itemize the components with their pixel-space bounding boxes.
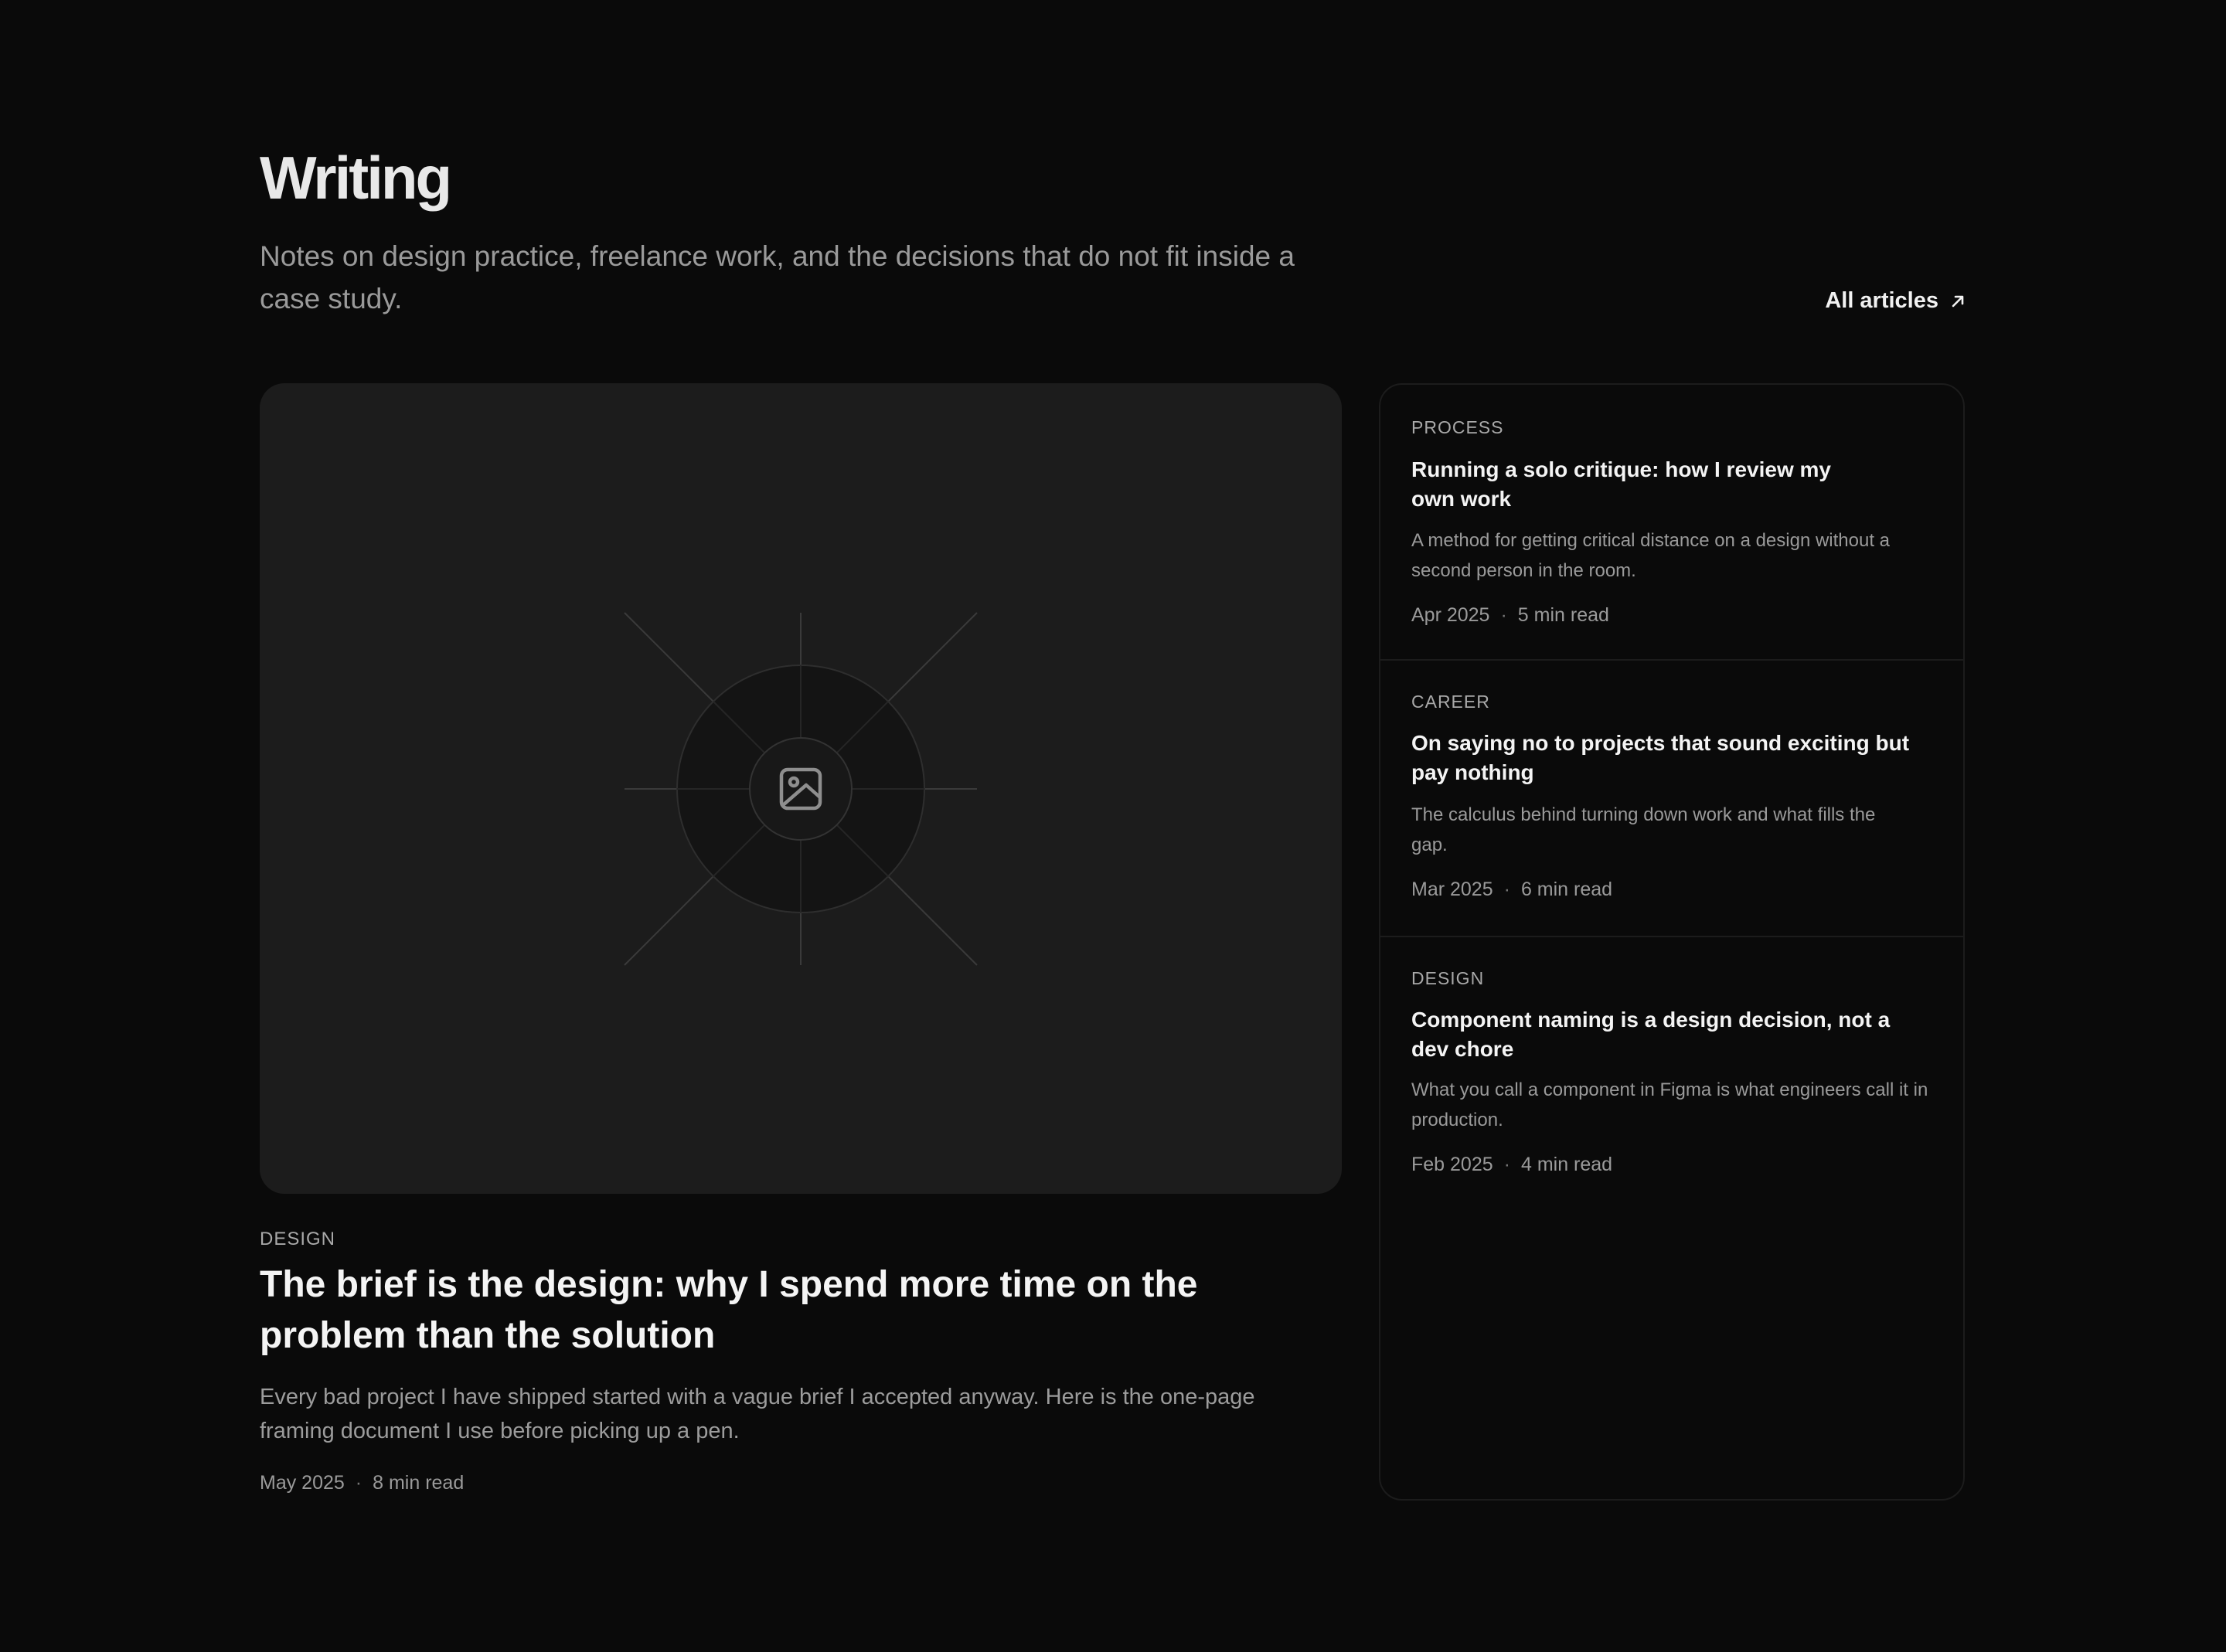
featured-meta: May 2025 · 8 min read (260, 1472, 464, 1494)
article-read-time: 4 min read (1520, 1154, 1613, 1175)
list-item[interactable]: DESIGN Component naming is a design deci… (1380, 937, 1963, 1215)
featured-category-tag: DESIGN (260, 1229, 336, 1249)
list-item[interactable]: PROCESS Running a solo critique: how I r… (1380, 385, 1963, 661)
featured-article[interactable]: DESIGN The brief is the design: why I sp… (260, 383, 1342, 1519)
section-header: Writing Notes on design practice, freela… (260, 143, 1966, 328)
writing-section: Writing Notes on design practice, freela… (260, 0, 1966, 1652)
image-icon (779, 767, 822, 811)
article-meta: Apr 2025 · 5 min read (1411, 604, 1609, 627)
featured-read-time: 8 min read (373, 1472, 465, 1494)
featured-date: May 2025 (260, 1472, 345, 1494)
article-read-time: 6 min read (1520, 879, 1613, 900)
article-list: PROCESS Running a solo critique: how I r… (1379, 383, 1965, 1501)
featured-title[interactable]: The brief is the design: why I spend mor… (260, 1259, 1295, 1361)
list-item[interactable]: CAREER On saying no to projects that sou… (1380, 661, 1963, 937)
featured-description: Every bad project I have shipped started… (260, 1385, 1255, 1443)
all-articles-link[interactable]: All articles (1825, 288, 1966, 314)
article-date: Feb 2025 (1411, 1154, 1493, 1175)
article-description: The calculus behind turning down work an… (1411, 804, 1876, 855)
article-date: Apr 2025 (1411, 604, 1490, 626)
article-category-tag: CAREER (1411, 692, 1490, 712)
all-articles-label: All articles (1825, 288, 1938, 313)
article-title[interactable]: On saying no to projects that sound exci… (1411, 729, 1921, 787)
article-description: A method for getting critical distance o… (1411, 530, 1891, 581)
article-category-tag: PROCESS (1411, 417, 1504, 437)
article-category-tag: DESIGN (1411, 968, 1485, 988)
article-meta: Feb 2025 · 4 min read (1411, 1154, 1612, 1176)
meta-separator: · (1503, 879, 1510, 900)
article-title[interactable]: Component naming is a design decision, n… (1411, 1005, 1921, 1064)
article-date: Mar 2025 (1411, 879, 1493, 900)
meta-separator: · (1500, 604, 1507, 626)
page-subtitle: Notes on design practice, freelance work… (260, 240, 1295, 314)
article-title[interactable]: Running a solo critique: how I review my… (1411, 455, 1844, 514)
page-title: Writing (260, 144, 452, 212)
article-description: What you call a component in Figma is wh… (1411, 1079, 1928, 1130)
meta-separator: · (355, 1472, 362, 1494)
article-meta: Mar 2025 · 6 min read (1411, 879, 1612, 901)
arrow-up-right-icon (1952, 295, 1964, 307)
meta-separator: · (1503, 1154, 1510, 1175)
article-read-time: 5 min read (1517, 604, 1609, 626)
featured-image-placeholder (260, 383, 1342, 1194)
